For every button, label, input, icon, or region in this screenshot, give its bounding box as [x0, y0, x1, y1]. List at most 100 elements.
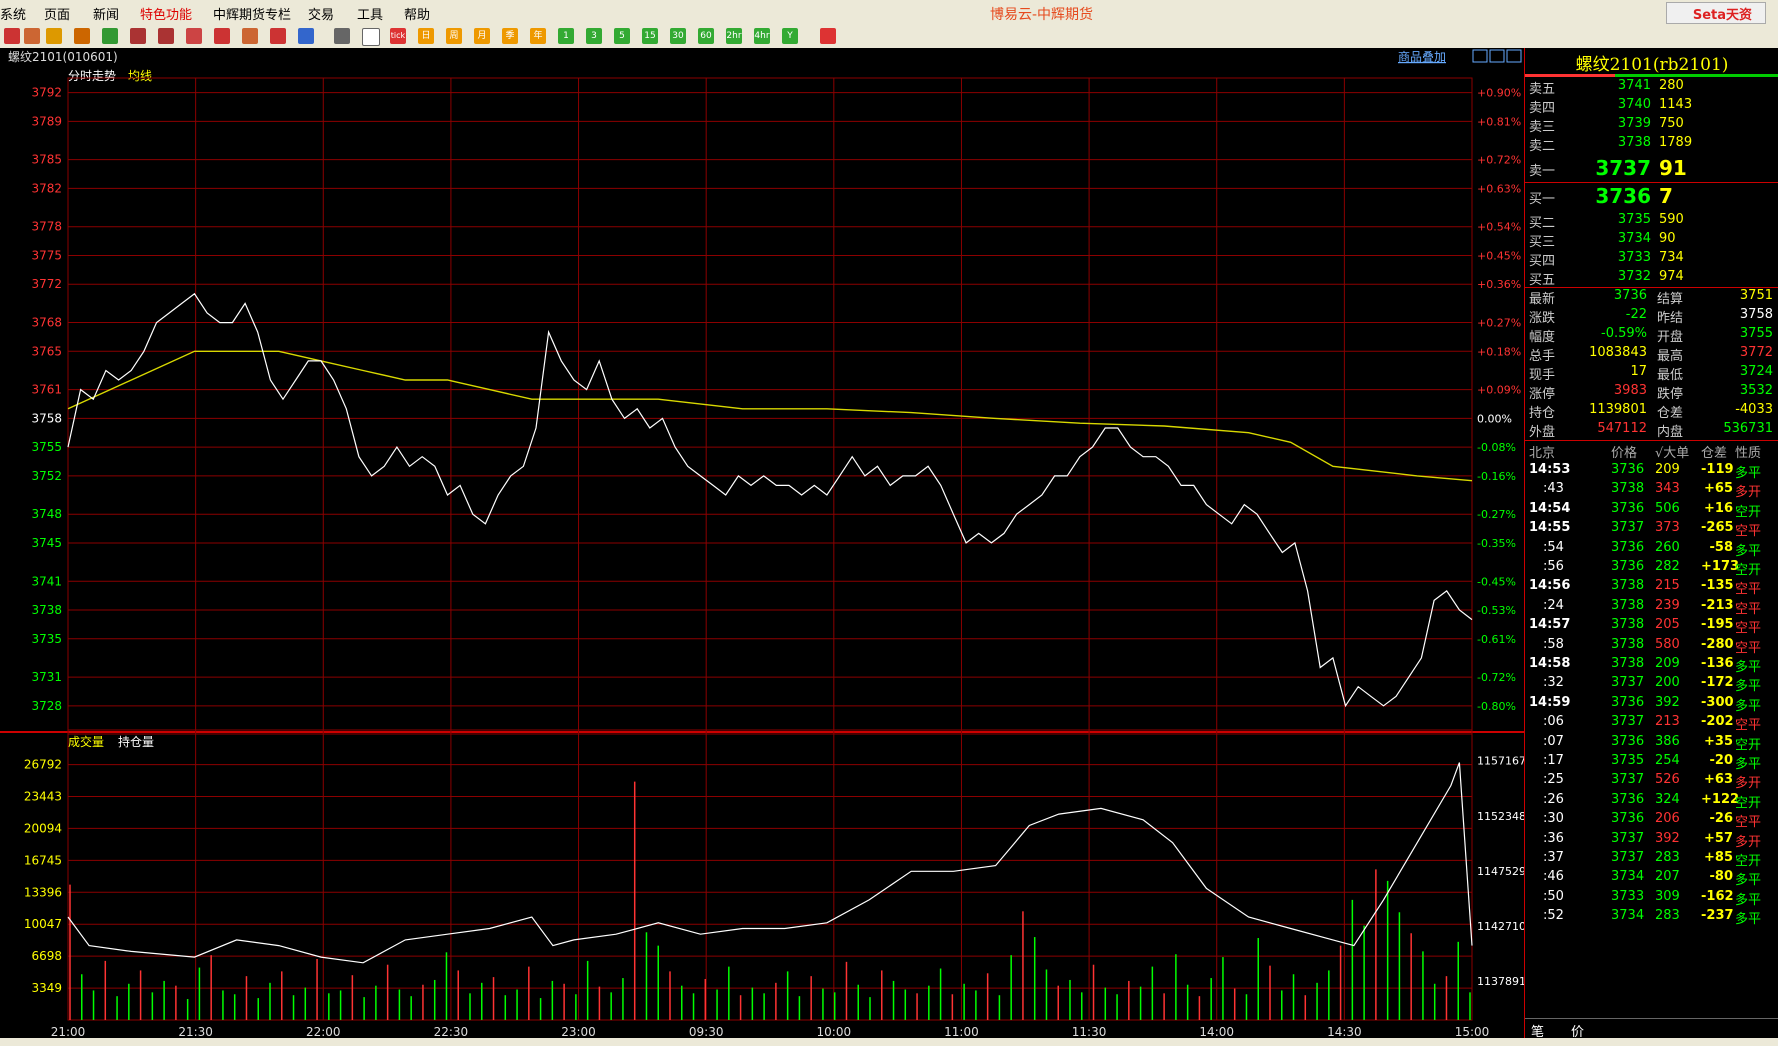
new-icon[interactable] [298, 28, 314, 44]
home-icon[interactable] [24, 28, 40, 44]
zoom-out-icon[interactable] [158, 28, 174, 44]
stat-row: 总手 1083843 最高 3772 [1525, 345, 1778, 365]
tick-time: 14:59 [1529, 694, 1571, 710]
bid-price: 3735 [1617, 212, 1651, 227]
tick-oi-change: +35 [1704, 733, 1733, 749]
overlay-link[interactable]: 商品叠加 [1398, 49, 1446, 64]
layout-icon[interactable] [186, 28, 202, 44]
calendar-icon[interactable] [820, 28, 836, 44]
period-button-10[interactable]: 60 [698, 28, 714, 44]
ratio-bar-down [1615, 74, 1778, 77]
period-button-6[interactable]: 3 [586, 28, 602, 44]
stat-value: 17 [1630, 364, 1647, 379]
menu-news[interactable]: 新闻 [93, 4, 119, 23]
folder-icon[interactable] [46, 28, 62, 44]
menu-help[interactable]: 帮助 [404, 4, 430, 23]
period-button-9[interactable]: 30 [670, 28, 686, 44]
pen-icon[interactable] [214, 28, 230, 44]
tick-nature: 多平 [1735, 757, 1762, 772]
menu-features[interactable]: 特色功能 [140, 4, 192, 23]
tick-volume: 215 [1655, 578, 1680, 594]
tick-row: :17 3735 254 -20 多平 [1525, 753, 1778, 773]
filter-icon[interactable] [270, 28, 286, 44]
time-tick-label: 14:30 [1327, 1025, 1362, 1038]
tick-button[interactable]: tick [390, 28, 406, 44]
tick-time: 14:53 [1529, 462, 1571, 477]
period-button-13[interactable]: Y [782, 28, 798, 44]
tick-volume: 324 [1655, 791, 1680, 807]
volume-tick-label: 6698 [31, 949, 62, 963]
tick-time: 14:54 [1529, 500, 1571, 516]
pct-tick-label: -0.27% [1477, 508, 1516, 521]
tick-oi-change: -135 [1701, 578, 1734, 594]
bid1-volume: 7 [1659, 184, 1673, 208]
tick-price: 3738 [1611, 636, 1645, 652]
price-tick-label: 3745 [31, 536, 62, 550]
tick-row: :32 3737 200 -172 多平 [1525, 675, 1778, 695]
tick-nature: 空平 [1735, 621, 1762, 637]
chart-icon[interactable] [362, 28, 380, 46]
period-button-12[interactable]: 4hr [754, 28, 770, 44]
alert-icon[interactable] [242, 28, 258, 44]
period-button-11[interactable]: 2hr [726, 28, 742, 44]
tick-price: 3737 [1611, 772, 1645, 788]
menu-trade[interactable]: 交易 [308, 4, 334, 23]
period-button-0[interactable]: 日 [418, 28, 434, 44]
table-icon[interactable] [334, 28, 350, 44]
tick-oi-change: -119 [1701, 462, 1734, 477]
ask-row: 卖二 3738 1789 [1525, 135, 1778, 155]
menu-page[interactable]: 页面 [44, 4, 70, 23]
chart-svg[interactable]: 螺纹2101(010601) 商品叠加 分时走势 均线 成交量 持仓量 3792… [0, 48, 1526, 1039]
period-button-5[interactable]: 1 [558, 28, 574, 44]
tick-nature: 多平 [1735, 873, 1762, 889]
ask-volume: 750 [1659, 116, 1684, 131]
ticks-header-cell: 北京 [1529, 446, 1556, 461]
period-button-8[interactable]: 15 [642, 28, 658, 44]
tick-nature: 多平 [1735, 466, 1762, 481]
zoom-in-icon[interactable] [130, 28, 146, 44]
menu-zhonghui-column[interactable]: 中辉期货专栏 [213, 4, 291, 23]
price-tick-label: 3772 [31, 277, 62, 291]
tick-time: 14:55 [1529, 520, 1571, 536]
tick-time: :30 [1543, 811, 1564, 827]
pct-tick-label: +0.09% [1477, 384, 1521, 397]
bid-price: 3732 [1617, 269, 1651, 284]
tick-oi-change: +122 [1701, 791, 1740, 807]
tick-nature: 多平 [1735, 543, 1762, 559]
ask-volume: 1143 [1659, 97, 1693, 112]
period-button-2[interactable]: 月 [474, 28, 490, 44]
tick-oi-change: +85 [1704, 850, 1733, 865]
volume-tick-label: 13396 [24, 885, 62, 899]
back-icon[interactable] [4, 28, 20, 44]
period-button-3[interactable]: 季 [502, 28, 518, 44]
period-button-7[interactable]: 5 [614, 28, 630, 44]
tick-oi-change: -280 [1701, 636, 1734, 652]
divider [1525, 182, 1778, 183]
intraday-chart[interactable]: 螺纹2101(010601) 商品叠加 分时走势 均线 成交量 持仓量 3792… [0, 48, 1526, 1039]
stat-value: 3751 [1739, 288, 1773, 303]
time-tick-label: 11:00 [944, 1025, 979, 1038]
price-tick-label: 3758 [31, 411, 62, 425]
tick-time: :06 [1543, 714, 1564, 730]
app-title: 博易云-中辉期货 [990, 7, 1094, 23]
tick-volume: 205 [1655, 617, 1680, 633]
ticks-header-cell: 价格 [1611, 446, 1638, 461]
period-button-1[interactable]: 周 [446, 28, 462, 44]
tick-volume: 392 [1655, 830, 1680, 846]
volume-tick-label: 20094 [24, 821, 62, 835]
ask-label: 卖五 [1529, 82, 1556, 97]
bid1-price: 3736 [1595, 184, 1651, 208]
tick-nature: 多平 [1735, 892, 1762, 908]
menu-tools[interactable]: 工具 [357, 4, 383, 23]
tick-oi-change: -237 [1701, 908, 1734, 924]
menu-system[interactable]: 系统 [0, 4, 26, 23]
refresh-icon[interactable] [102, 28, 118, 44]
pct-tick-label: +0.72% [1477, 154, 1521, 167]
ask-label: 卖三 [1529, 120, 1556, 135]
price-tick-label: 3761 [31, 383, 62, 397]
tick-row: :25 3737 526 +63 多开 [1525, 772, 1778, 792]
period-button-4[interactable]: 年 [530, 28, 546, 44]
tick-nature: 空平 [1735, 640, 1762, 656]
window-icon[interactable] [74, 28, 90, 44]
price-tick-label: 3768 [31, 316, 62, 330]
